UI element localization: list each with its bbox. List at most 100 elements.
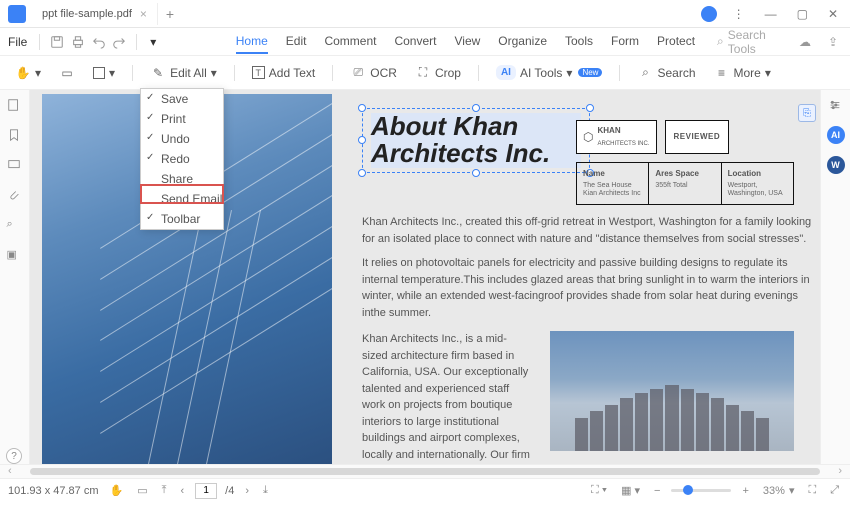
resize-handle[interactable] <box>472 104 480 112</box>
scroll-right-icon[interactable]: › <box>838 465 842 477</box>
shape-tool[interactable]: ▾ <box>88 63 120 83</box>
resize-handle[interactable] <box>472 169 480 177</box>
menu-item-toolbar[interactable]: ✓Toolbar <box>141 209 223 229</box>
selected-text-frame[interactable]: About Khan Architects Inc. <box>362 108 590 173</box>
more-button[interactable]: ≡More ▾ <box>709 62 776 84</box>
search-tools[interactable]: ⌕ Search Tools <box>717 28 792 56</box>
search-button[interactable]: ⌕Search <box>632 62 700 84</box>
word-chip-icon[interactable]: W <box>827 156 845 174</box>
ribbon-tabs: Home Edit Comment Convert View Organize … <box>236 30 695 54</box>
undo-icon[interactable] <box>90 33 107 51</box>
share-icon[interactable]: ⇪ <box>824 33 842 51</box>
menu-item-share[interactable]: Share <box>141 169 223 189</box>
ocr-button[interactable]: ⎚OCR <box>345 62 402 84</box>
tab-protect[interactable]: Protect <box>657 30 695 54</box>
zoom-slider-thumb[interactable] <box>683 485 693 495</box>
menubar: File ▾ Home Edit Comment Convert View Or… <box>0 28 850 56</box>
edit-all-button[interactable]: ✎Edit All ▾ <box>145 62 222 84</box>
crop-button[interactable]: ⛶Crop <box>410 62 466 84</box>
kebab-menu-icon[interactable]: ⋮ <box>729 5 749 23</box>
new-tab-button[interactable]: + <box>166 6 174 22</box>
thumbnails-icon[interactable] <box>7 98 23 114</box>
select-mode-icon[interactable]: ▭ <box>134 484 150 497</box>
pencil-icon: ✎ <box>150 65 166 81</box>
document-tab[interactable]: ppt file-sample.pdf × <box>32 3 158 25</box>
print-icon[interactable] <box>69 33 86 51</box>
user-avatar[interactable] <box>701 6 717 22</box>
last-page-button[interactable]: ⤓ <box>260 484 271 497</box>
horizontal-scrollbar[interactable]: ‹ › <box>0 464 850 478</box>
prev-page-button[interactable]: ‹ <box>178 485 188 497</box>
zoom-slider[interactable] <box>671 489 731 492</box>
first-page-button[interactable]: ⤒ <box>159 484 170 497</box>
properties-icon[interactable] <box>828 98 844 114</box>
search-panel-icon[interactable]: ⌕ <box>7 218 23 234</box>
resize-handle[interactable] <box>358 169 366 177</box>
save-icon[interactable] <box>48 33 65 51</box>
help-button[interactable]: ? <box>6 448 22 464</box>
page-dimensions: 101.93 x 47.87 cm <box>8 485 99 497</box>
hand-tool[interactable]: ✋▾ <box>10 62 46 84</box>
menu-item-save[interactable]: ✓Save <box>141 89 223 109</box>
ocr-icon: ⎚ <box>350 65 366 81</box>
magnify-icon: ⌕ <box>637 65 653 81</box>
hexagon-icon: ⬡ <box>583 128 593 146</box>
annotations-icon[interactable] <box>7 158 23 174</box>
close-window-button[interactable]: ✕ <box>824 5 842 23</box>
fields-icon[interactable]: ▣ <box>7 248 23 264</box>
bookmark-icon[interactable] <box>7 128 23 144</box>
menu-item-send-email[interactable]: Send Email <box>141 189 223 209</box>
tab-view[interactable]: View <box>455 30 481 54</box>
resize-handle[interactable] <box>358 136 366 144</box>
maximize-button[interactable]: ▢ <box>793 5 812 23</box>
tab-tools[interactable]: Tools <box>565 30 593 54</box>
tab-edit[interactable]: Edit <box>286 30 307 54</box>
hand-icon[interactable]: ✋ <box>107 484 127 497</box>
close-tab-icon[interactable]: × <box>140 7 147 21</box>
menu-item-redo[interactable]: ✓Redo <box>141 149 223 169</box>
tab-comment[interactable]: Comment <box>324 30 376 54</box>
menu-item-undo[interactable]: ✓Undo <box>141 129 223 149</box>
minimize-button[interactable]: — <box>761 5 781 23</box>
tab-home[interactable]: Home <box>236 30 268 54</box>
square-icon <box>93 67 105 79</box>
ai-tools-button[interactable]: AIAI Tools ▾New <box>491 62 608 83</box>
quick-access-dropdown[interactable]: ▾ <box>145 33 162 51</box>
page-total: /4 <box>225 485 234 497</box>
zoom-out-button[interactable]: − <box>651 485 663 497</box>
right-sidebar: AI W <box>820 90 850 464</box>
resize-handle[interactable] <box>586 104 594 112</box>
redo-icon[interactable] <box>111 33 128 51</box>
ai-icon: AI <box>496 65 516 80</box>
reviewed-stamp: REVIEWED <box>665 120 730 154</box>
left-sidebar: ⌕ ▣ <box>0 90 30 464</box>
statusbar: 101.93 x 47.87 cm ✋ ▭ ⤒ ‹ /4 › ⤓ ⛶ ▾ ▦ ▾… <box>0 478 850 502</box>
search-icon: ⌕ <box>717 34 724 49</box>
fullscreen-icon[interactable]: ⤢ <box>827 484 842 497</box>
scroll-thumb[interactable] <box>30 468 820 475</box>
tab-convert[interactable]: Convert <box>394 30 436 54</box>
zoom-value[interactable]: 33% ▾ <box>760 484 798 497</box>
document-heading[interactable]: About Khan Architects Inc. <box>371 113 581 168</box>
scroll-left-icon[interactable]: ‹ <box>8 465 12 477</box>
file-menu[interactable]: File <box>8 35 27 49</box>
menu-item-print[interactable]: ✓Print <box>141 109 223 129</box>
tab-form[interactable]: Form <box>611 30 639 54</box>
ai-chip-icon[interactable]: AI <box>827 126 845 144</box>
reading-mode-icon[interactable]: ⛶ <box>805 484 819 497</box>
next-page-button[interactable]: › <box>242 485 252 497</box>
select-tool[interactable]: ▭ <box>54 62 80 84</box>
layout-mode-button[interactable]: ▦ ▾ <box>618 484 643 497</box>
add-text-button[interactable]: TAdd Text <box>247 63 320 83</box>
info-card: NameThe Sea House Kian Architects Inc Ar… <box>576 162 794 205</box>
titlebar: ppt file-sample.pdf × + ⋮ — ▢ ✕ <box>0 0 850 28</box>
body-paragraph: Khan Architects Inc., is a mid-sized arc… <box>362 331 532 464</box>
tab-title: ppt file-sample.pdf <box>42 8 132 20</box>
page-number-input[interactable] <box>195 483 217 499</box>
zoom-in-button[interactable]: + <box>739 485 751 497</box>
cloud-upload-icon[interactable]: ☁ <box>796 33 814 51</box>
resize-handle[interactable] <box>358 104 366 112</box>
attachments-icon[interactable] <box>7 188 23 204</box>
fit-mode-button[interactable]: ⛶ ▾ <box>588 484 610 497</box>
tab-organize[interactable]: Organize <box>498 30 547 54</box>
